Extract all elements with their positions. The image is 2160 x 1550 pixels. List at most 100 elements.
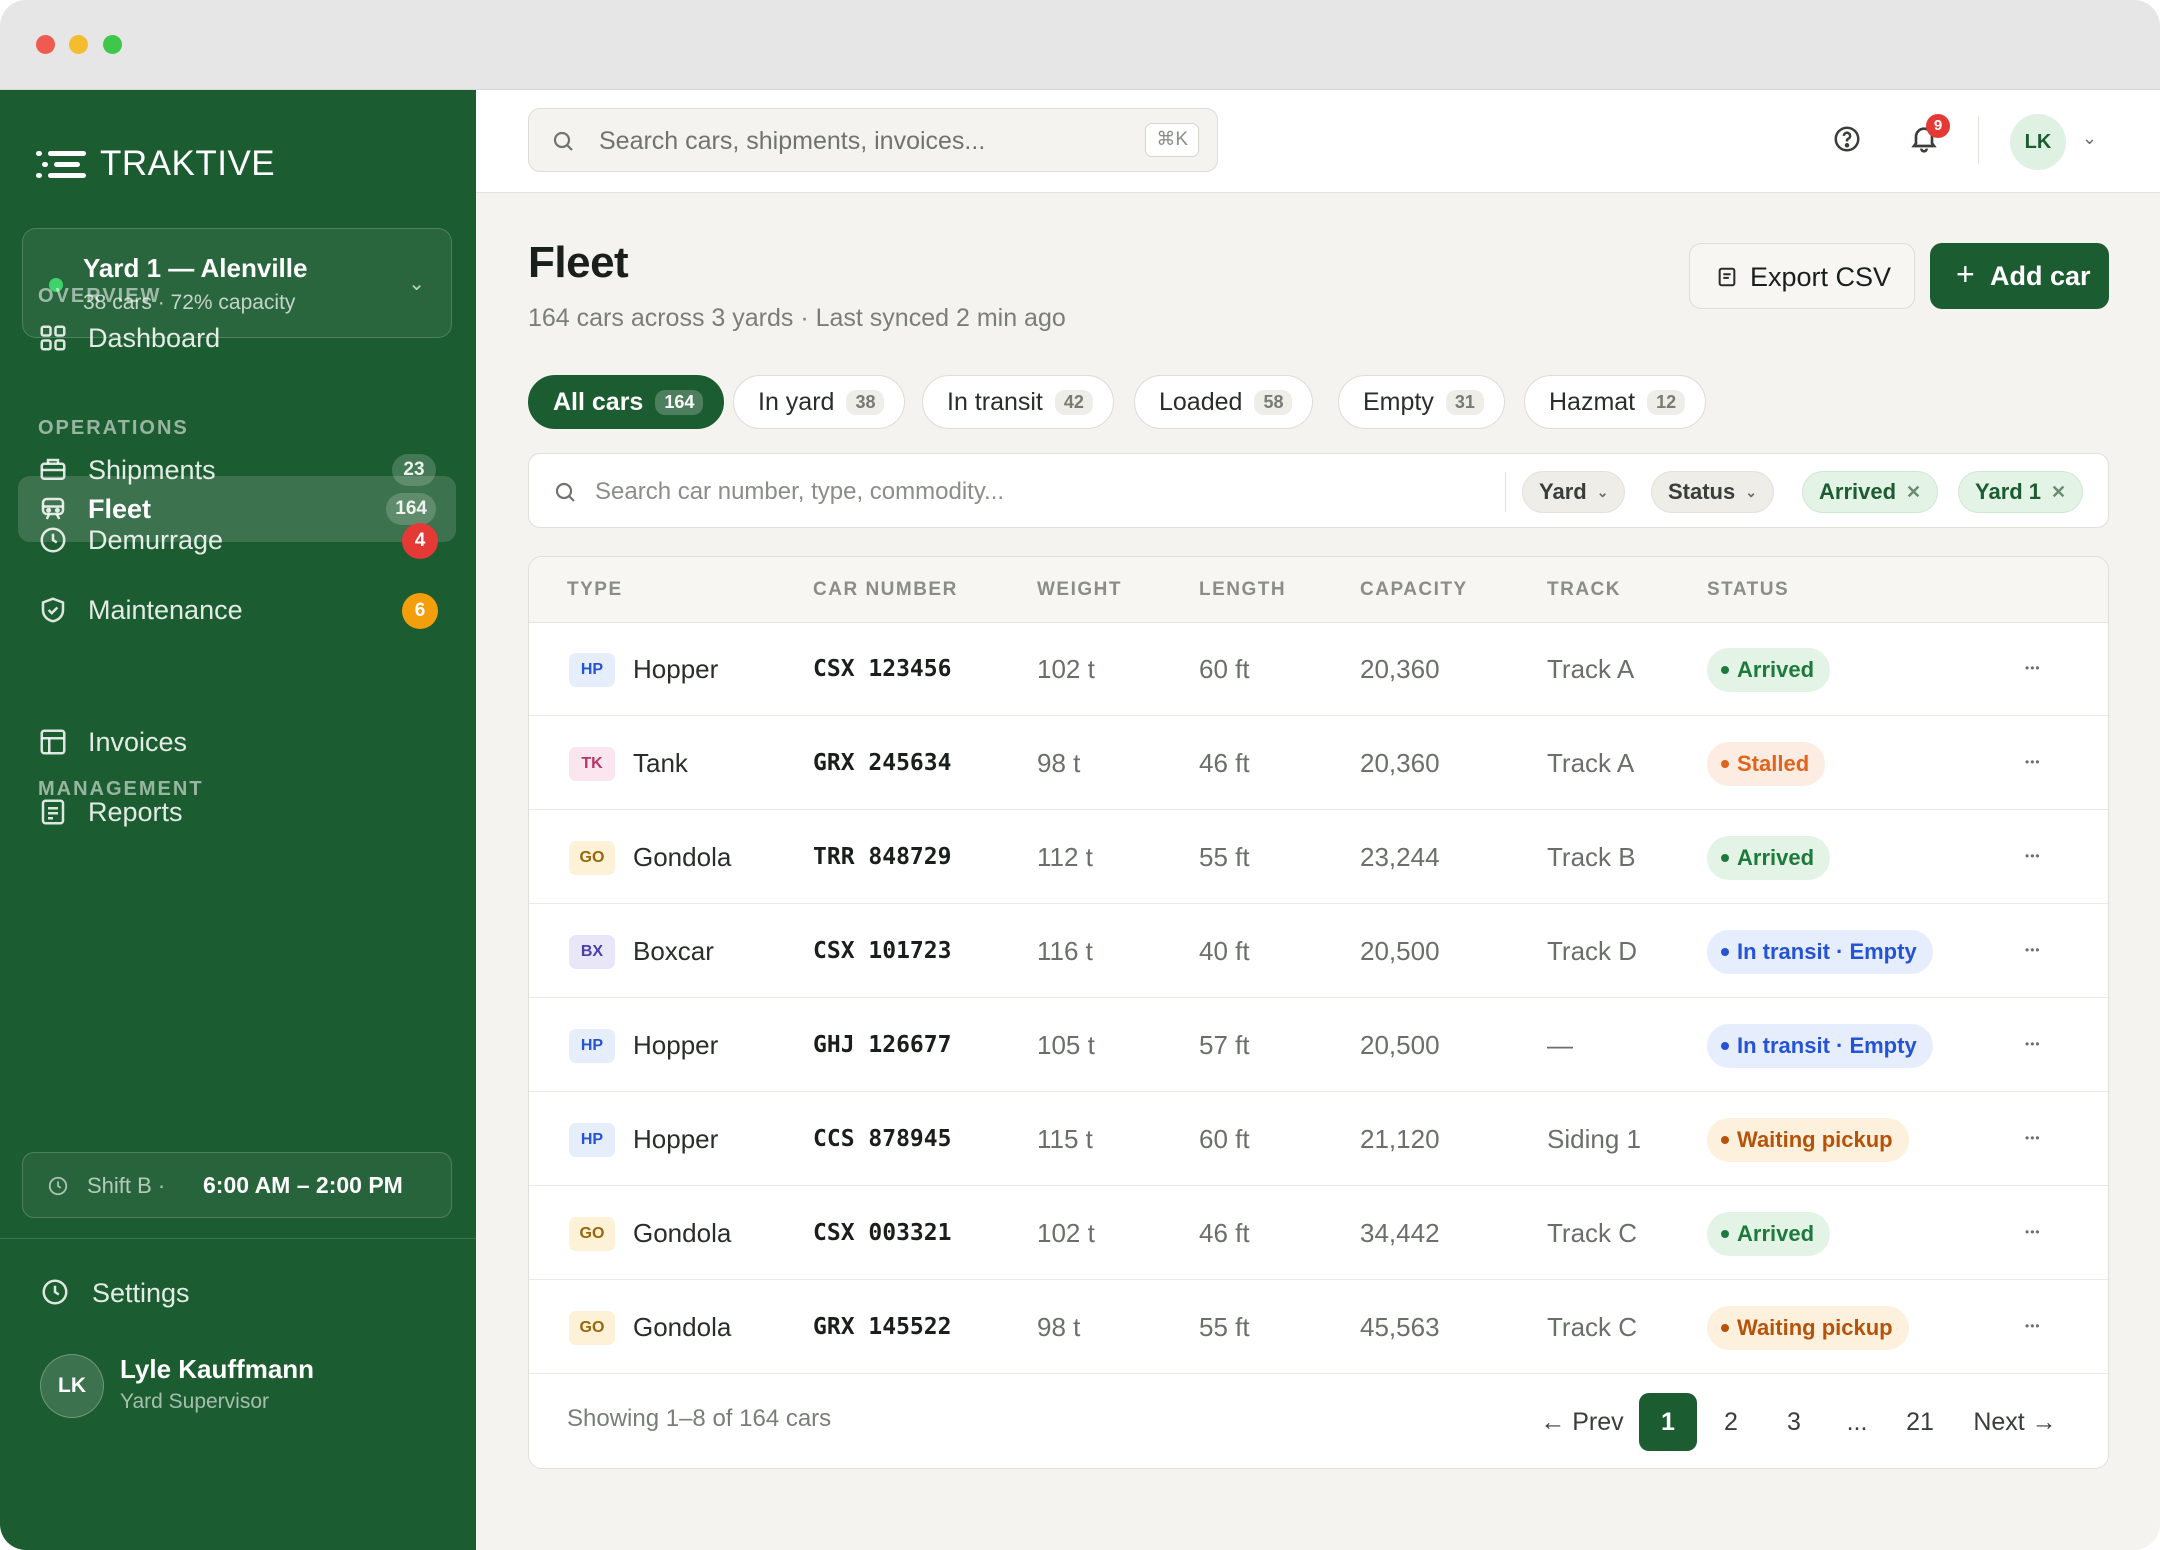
status-badge: Waiting pickup [1707,1306,1909,1350]
car-length: 46 ft [1199,1218,1250,1248]
column-header-length[interactable]: LENGTH [1199,579,1286,601]
tab-loaded[interactable]: Loaded 58 [1134,375,1314,429]
tab-count: 42 [1054,389,1093,415]
car-number: GHJ 126677 [813,1032,952,1058]
more-actions-icon[interactable]: ••• [2025,1131,2041,1145]
table-row[interactable]: HP Hopper GHJ 126677 105 t 57 ft 20,500 — In tr… [529,999,2108,1092]
active-filter-arrived[interactable]: Arrived ✕ [1802,471,1939,513]
car-weight: 102 t [1037,654,1095,684]
tab-in-transit[interactable]: In transit 42 [922,375,1114,429]
add-car-button[interactable]: + Add car [1930,243,2109,309]
plus-icon: + [1956,256,1975,292]
user-avatar[interactable]: LK [2010,114,2066,170]
chevron-down-icon: ⌄ [1596,483,1609,500]
tab-count: 12 [1647,389,1686,415]
column-header-track[interactable]: TRACK [1547,579,1621,601]
tab-in-yard[interactable]: In yard 38 [733,375,906,429]
car-number: TRR 848729 [813,844,952,870]
prev-page-button[interactable]: ← Prev [1537,1393,1627,1451]
remove-filter-icon[interactable]: ✕ [1906,482,1921,503]
car-type: Gondola [633,1312,732,1342]
fleet-table: TYPE CAR NUMBER WEIGHT LENGTH CAPACITY T… [528,556,2109,1469]
remove-filter-icon[interactable]: ✕ [2051,482,2066,503]
column-header-car-number[interactable]: CAR NUMBER [813,579,958,601]
tab-label: All cars [553,387,644,416]
car-capacity: 20,500 [1360,1030,1440,1060]
search-icon [555,482,575,502]
more-actions-icon[interactable]: ••• [2025,943,2041,957]
table-row[interactable]: HP Hopper CSX 123456 102 t 60 ft 20,360 Track … [529,623,2108,716]
tab-label: Empty [1363,387,1434,416]
sidebar-item-invoices[interactable]: Invoices [18,709,456,775]
table-footer: Showing 1–8 of 164 cars ← Prev 1 2 3 ...… [529,1375,2108,1468]
title-bar [0,0,2160,90]
car-track: Track B [1547,842,1636,872]
table-row[interactable]: BX Boxcar CSX 101723 116 t 40 ft 20,500 Track … [529,905,2108,998]
top-bar: Search cars, shipments, invoices... ⌘K 9… [476,90,2160,193]
page-title: Fleet [528,238,629,287]
tab-empty[interactable]: Empty 31 [1338,375,1505,429]
table-row[interactable]: HP Hopper CCS 878945 115 t 60 ft 21,120 Siding… [529,1093,2108,1186]
tab-hazmat[interactable]: Hazmat 12 [1524,375,1707,429]
more-actions-icon[interactable]: ••• [2025,1225,2041,1239]
column-header-capacity[interactable]: CAPACITY [1360,579,1468,601]
global-search-input[interactable]: Search cars, shipments, invoices... ⌘K [528,108,1218,172]
table-row[interactable]: TK Tank GRX 245634 98 t 46 ft 20,360 Track A St… [529,717,2108,810]
car-type: Hopper [633,1030,719,1060]
tab-all-cars[interactable]: All cars 164 [528,375,725,429]
column-header-type[interactable]: TYPE [567,579,623,601]
car-weight: 112 t [1037,842,1093,872]
more-actions-icon[interactable]: ••• [2025,661,2041,675]
yard-filter-dropdown[interactable]: Yard ⌄ [1522,471,1626,513]
sidebar-item-reports[interactable]: Reports [18,779,456,845]
column-header-status[interactable]: STATUS [1707,579,1789,601]
close-window-button[interactable] [36,35,55,54]
car-track: Siding 1 [1547,1124,1641,1154]
filter-divider [1505,472,1506,512]
more-actions-icon[interactable]: ••• [2025,755,2041,769]
next-page-button[interactable]: Next → [1965,1393,2065,1451]
car-number: CSX 123456 [813,656,952,682]
active-filter-yard[interactable]: Yard 1 ✕ [1958,471,2084,513]
table-row[interactable]: GO Gondola TRR 848729 112 t 55 ft 23,244 Track… [529,811,2108,904]
shift-time: 6:00 AM – 2:00 PM [203,1172,403,1198]
demurrage-alert-badge: 4 [402,523,438,559]
maximize-window-button[interactable] [103,35,122,54]
car-number: CSX 101723 [813,938,952,964]
car-search-input[interactable]: Search car number, type, commodity... [595,478,1004,506]
more-actions-icon[interactable]: ••• [2025,1037,2041,1051]
car-type: Hopper [633,1124,719,1154]
sidebar-item-maintenance[interactable]: Maintenance 6 [18,577,456,643]
car-length: 55 ft [1199,842,1250,872]
column-header-weight[interactable]: WEIGHT [1037,579,1122,601]
more-actions-icon[interactable]: ••• [2025,1319,2041,1333]
car-type: Gondola [633,842,732,872]
chevron-down-icon[interactable]: ⌄ [2082,128,2097,149]
car-length: 55 ft [1199,1312,1250,1342]
shift-indicator: Shift B · 6:00 AM – 2:00 PM [22,1152,452,1218]
status-badge: Stalled [1707,742,1826,786]
shield-icon [41,597,65,623]
tab-label: In yard [758,387,835,416]
page-button-3[interactable]: 3 [1765,1393,1823,1451]
notification-count-badge: 9 [1926,114,1950,138]
car-length: 60 ft [1199,654,1250,684]
car-type-code-badge: HP [569,1029,615,1063]
help-icon[interactable] [1832,124,1862,154]
page-button-2[interactable]: 2 [1702,1393,1760,1451]
page-ellipsis: ... [1846,1408,1868,1436]
page-button-21[interactable]: 21 [1891,1393,1949,1451]
sidebar-item-demurrage[interactable]: Demurrage 4 [18,507,456,573]
minimize-window-button[interactable] [69,35,88,54]
shipments-count-badge: 23 [392,454,436,486]
car-capacity: 45,563 [1360,1312,1440,1342]
sidebar-item-shipments[interactable]: Shipments 23 [18,437,456,503]
tab-label: Hazmat [1549,387,1636,416]
more-actions-icon[interactable]: ••• [2025,849,2041,863]
export-csv-button[interactable]: Export CSV [1689,243,1915,309]
table-row[interactable]: GO Gondola GRX 145522 98 t 55 ft 45,563 Track … [529,1281,2108,1374]
table-row[interactable]: GO Gondola CSX 003321 102 t 46 ft 34,442 Track… [529,1187,2108,1280]
page-button-1[interactable]: 1 [1639,1393,1697,1451]
avatar[interactable]: LK [40,1354,104,1418]
status-filter-dropdown[interactable]: Status ⌄ [1651,471,1774,513]
